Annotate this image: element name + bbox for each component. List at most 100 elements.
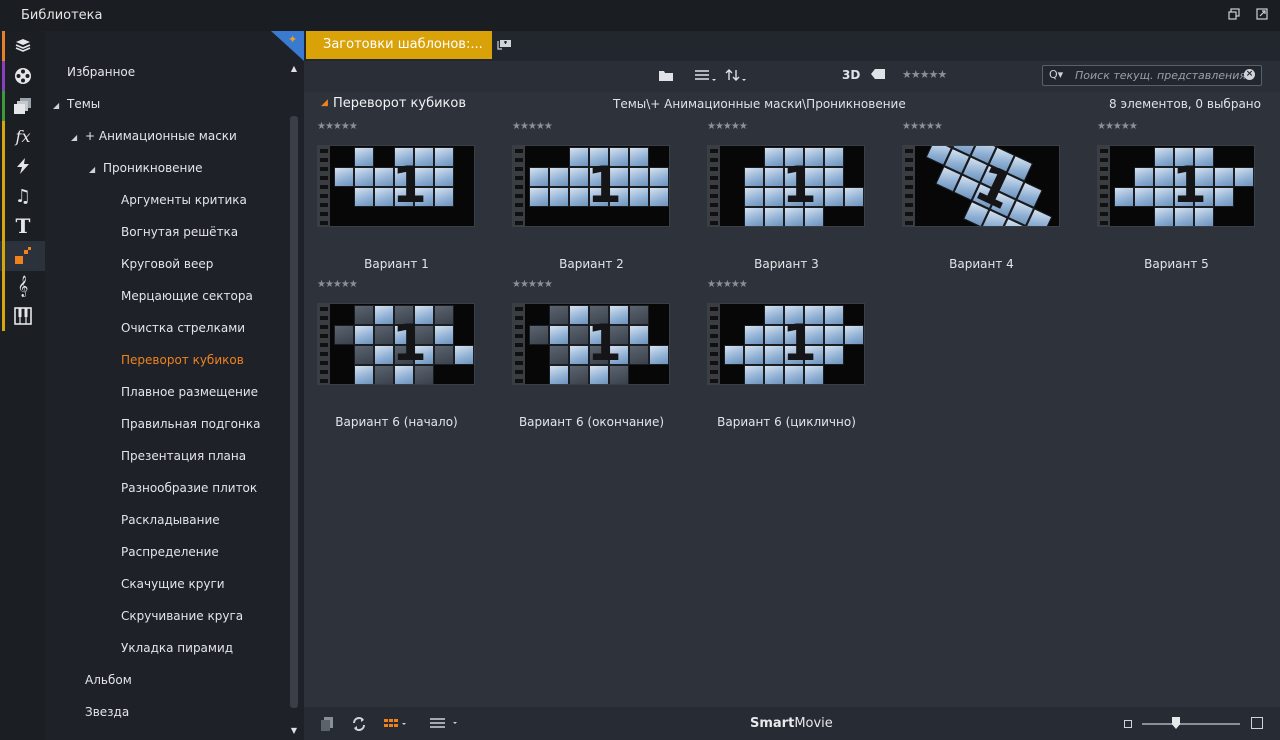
tab-templates[interactable]: Заготовки шаблонов:...	[306, 31, 492, 59]
lightning-transitions-icon[interactable]	[12, 155, 34, 177]
item-rating[interactable]: ★★★★★	[707, 122, 748, 132]
3d-toggle[interactable]: 3D	[842, 68, 860, 85]
template-item[interactable]: ★★★★★ 1 Вариант 6 (окончание)	[499, 280, 694, 430]
film-reel-icon[interactable]	[12, 65, 34, 87]
music-note-icon[interactable]: ♫	[12, 185, 34, 207]
clear-search-icon[interactable]: ×	[1244, 69, 1255, 80]
zoom-slider-track[interactable]	[1142, 723, 1240, 725]
tree-item[interactable]: Презентация плана	[121, 446, 246, 466]
tree-item[interactable]: Плавное размещение	[121, 382, 258, 402]
list-menu-dropdown-icon[interactable]	[429, 716, 461, 734]
item-thumbnail[interactable]: 1	[1097, 145, 1255, 227]
treble-clef-icon[interactable]: 𝄞	[12, 275, 34, 297]
zoom-small-icon[interactable]	[1124, 720, 1132, 728]
category-themes-squares[interactable]	[0, 241, 45, 271]
tree-item[interactable]: Укладка пирамид	[121, 638, 233, 658]
tree-item[interactable]: Разнообразие плиток	[121, 478, 257, 498]
tree-item[interactable]: Скачущие круги	[121, 574, 225, 594]
new-tab-icon[interactable]	[497, 38, 513, 52]
sync-icon[interactable]	[351, 716, 367, 736]
smartmovie-button[interactable]: SmartMovie	[750, 716, 833, 731]
item-rating[interactable]: ★★★★★	[1097, 122, 1138, 132]
tree-item-animated-masks[interactable]: ◢ + Анимационные маски	[71, 126, 237, 146]
montage-copies-icon[interactable]	[12, 95, 34, 117]
tree-item-star[interactable]: Звезда	[85, 702, 129, 722]
item-rating[interactable]: ★★★★★	[512, 280, 553, 290]
tree-item[interactable]: Скручивание круга	[121, 606, 243, 626]
category-title-text[interactable]: T	[0, 211, 45, 241]
list-view-dropdown-icon[interactable]	[694, 68, 718, 85]
cube-tiles: 1	[527, 304, 669, 384]
themes-squares-icon[interactable]	[12, 245, 34, 267]
category-box-stack[interactable]	[0, 31, 45, 61]
item-thumbnail[interactable]: 1	[902, 145, 1060, 227]
expanded-triangle-icon[interactable]: ◢	[71, 128, 81, 148]
tree-item-themes[interactable]: ◢ Темы	[53, 94, 100, 114]
zoom-large-icon[interactable]	[1251, 717, 1263, 729]
item-thumbnail[interactable]: 1	[317, 303, 475, 385]
pin-icon[interactable]: ✦	[288, 33, 297, 46]
tag-icon[interactable]	[870, 68, 886, 85]
search-input[interactable]	[1075, 67, 1251, 84]
tree-item-album[interactable]: Альбом	[85, 670, 132, 690]
item-thumbnail[interactable]: 1	[317, 145, 475, 227]
restore-window-icon[interactable]	[1228, 8, 1242, 22]
scrollbar-thumb[interactable]	[290, 116, 298, 708]
template-item[interactable]: ★★★★★ 1 Вариант 3	[694, 122, 889, 272]
item-rating[interactable]: ★★★★★	[317, 122, 358, 132]
tree-item[interactable]: Правильная подгонка	[121, 414, 260, 434]
title-text-icon[interactable]: T	[12, 214, 34, 238]
category-treble-clef[interactable]: 𝄞	[0, 271, 45, 301]
tree-item-label: Вогнутая решётка	[121, 225, 239, 239]
item-thumbnail[interactable]: 1	[512, 303, 670, 385]
item-rating[interactable]: ★★★★★	[902, 122, 943, 132]
tree-item[interactable]: Очистка стрелками	[121, 318, 245, 338]
tree-item-penetration[interactable]: ◢ Проникновение	[89, 158, 203, 178]
search-box[interactable]: Q▾ ×	[1042, 65, 1262, 86]
expanded-triangle-icon[interactable]: ◢	[89, 160, 99, 180]
rating-filter[interactable]: ★★★★★	[902, 68, 947, 81]
piano-keys-icon[interactable]	[12, 305, 34, 327]
folder-icon[interactable]	[658, 68, 674, 85]
grid-view-dropdown-icon[interactable]	[383, 716, 409, 734]
item-thumbnail[interactable]: 1	[512, 145, 670, 227]
scroll-down-icon[interactable]: ▼	[289, 726, 299, 735]
tree-item[interactable]: Мерцающие сектора	[121, 286, 253, 306]
category-music-note[interactable]: ♫	[0, 181, 45, 211]
zoom-slider-thumb[interactable]	[1172, 717, 1180, 729]
search-icon[interactable]: Q▾	[1049, 68, 1063, 81]
detach-window-icon[interactable]	[1256, 8, 1270, 22]
item-rating[interactable]: ★★★★★	[317, 280, 358, 290]
tree-scrollbar[interactable]: ▲ ▼	[289, 61, 299, 740]
category-montage-copies[interactable]	[0, 91, 45, 121]
template-item[interactable]: ★★★★★ 1 Вариант 2	[499, 122, 694, 272]
template-item[interactable]: ★★★★★ 1 Вариант 6 (циклично)	[694, 280, 889, 430]
sort-dropdown-icon[interactable]	[725, 68, 749, 85]
template-item[interactable]: ★★★★★ 1 Вариант 4	[889, 122, 1084, 272]
box-stack-icon[interactable]	[12, 35, 34, 57]
tree-item[interactable]: Раскладывание	[121, 510, 220, 530]
tree-item[interactable]: Круговой веер	[121, 254, 213, 274]
template-item[interactable]: ★★★★★ 1 Вариант 6 (начало)	[304, 280, 499, 430]
collapse-triangle-icon[interactable]: ◢	[321, 98, 328, 108]
expanded-triangle-icon[interactable]: ◢	[53, 96, 63, 116]
tree-item[interactable]: Аргументы критика	[121, 190, 247, 210]
tree-item-favorites[interactable]: Избранное	[67, 62, 135, 82]
item-rating[interactable]: ★★★★★	[512, 122, 553, 132]
tree-item[interactable]: Распределение	[121, 542, 219, 562]
tree-item[interactable]: Вогнутая решётка	[121, 222, 238, 242]
tree-item[interactable]: Переворот кубиков	[121, 350, 244, 370]
template-item[interactable]: ★★★★★ 1 Вариант 1	[304, 122, 499, 272]
category-piano-keys[interactable]	[0, 301, 45, 331]
item-thumbnail[interactable]: 1	[707, 303, 865, 385]
template-item[interactable]: ★★★★★ 1 Вариант 5	[1084, 122, 1279, 272]
fx-effects-icon[interactable]: fx	[12, 125, 34, 147]
copy-pages-icon[interactable]	[320, 716, 334, 736]
category-film-reel[interactable]	[0, 61, 45, 91]
category-lightning-transitions[interactable]	[0, 151, 45, 181]
item-thumbnail[interactable]: 1	[707, 145, 865, 227]
window-title: Библиотека	[21, 8, 103, 23]
scroll-up-icon[interactable]: ▲	[289, 64, 299, 73]
category-fx-effects[interactable]: fx	[0, 121, 45, 151]
item-rating[interactable]: ★★★★★	[707, 280, 748, 290]
